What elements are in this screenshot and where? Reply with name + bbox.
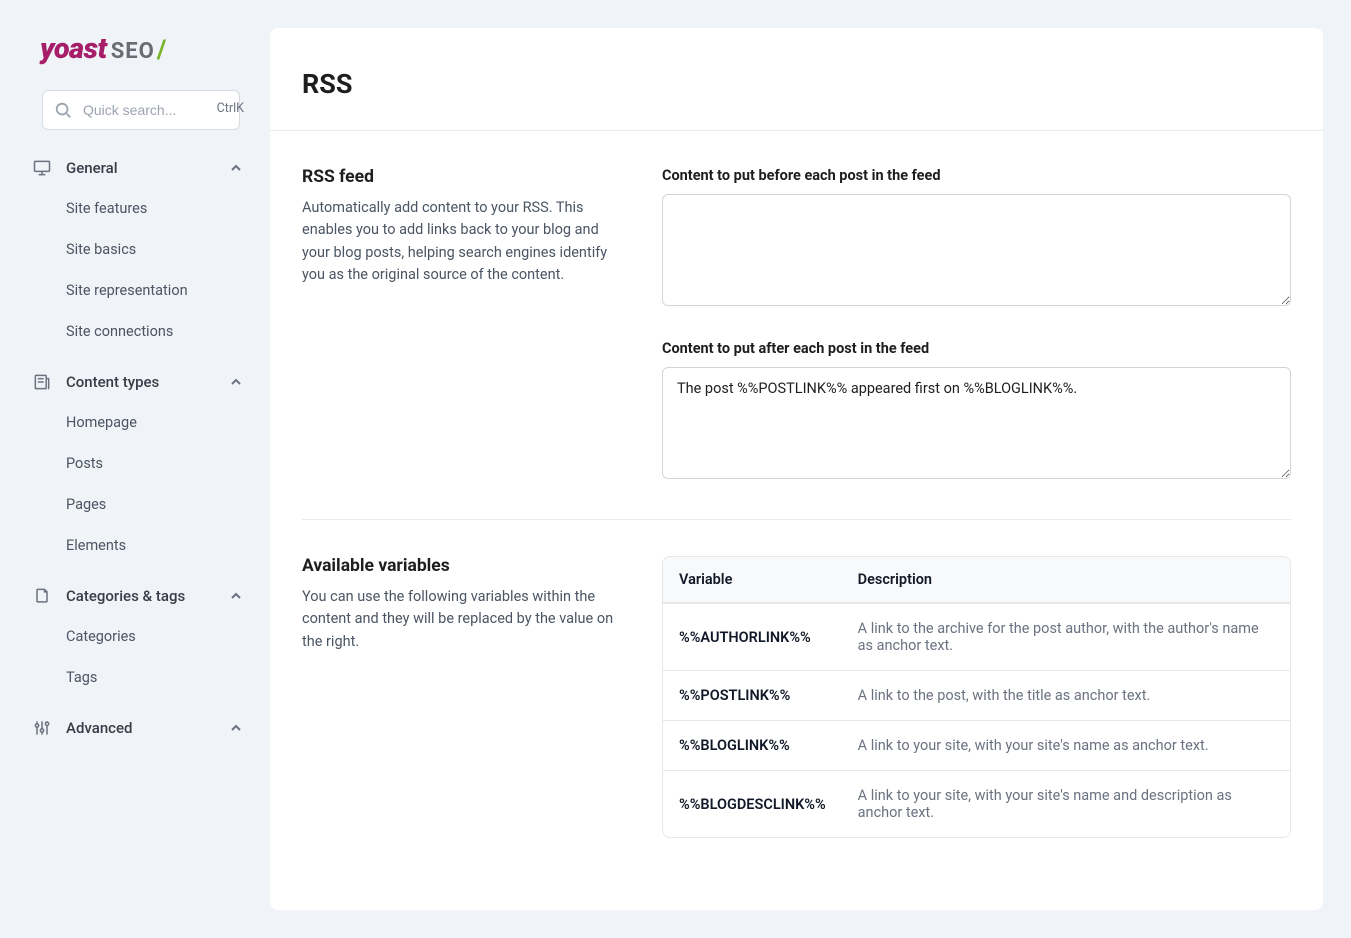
sliders-icon [32, 718, 52, 738]
logo-suffix: SEO [111, 39, 155, 64]
chevron-up-icon [228, 720, 244, 736]
nav-title: Categories & tags [66, 587, 228, 605]
file-copy-icon [32, 586, 52, 606]
nav-header-general[interactable]: General [20, 148, 256, 188]
search-shortcut: CtrlK [217, 101, 244, 116]
desktop-icon [32, 158, 52, 178]
nav-header-categories-tags[interactable]: Categories & tags [20, 576, 256, 616]
section-rss-feed: RSS feed Automatically add content to yo… [302, 167, 1291, 519]
search-icon [54, 101, 72, 119]
sidebar-item-posts[interactable]: Posts [54, 443, 256, 484]
sidebar-item-homepage[interactable]: Homepage [54, 402, 256, 443]
chevron-up-icon [228, 374, 244, 390]
logo-slash: / [157, 35, 167, 65]
var-name: %%BLOGLINK%% [663, 720, 842, 770]
chevron-up-icon [228, 160, 244, 176]
variables-table: Variable Description %%AUTHORLINK%% A li… [662, 556, 1291, 838]
nav-header-advanced[interactable]: Advanced [20, 708, 256, 748]
sidebar-item-elements[interactable]: Elements [54, 525, 256, 566]
table-row: %%BLOGDESCLINK%% A link to your site, wi… [663, 770, 1290, 837]
nav-section-content-types: Content types Homepage Posts Pages Eleme… [20, 362, 256, 566]
sidebar: yoastSEO/ CtrlK General Site features Si… [0, 0, 270, 938]
var-desc: A link to your site, with your site's na… [842, 720, 1290, 770]
section-heading: RSS feed [302, 167, 622, 187]
section-description: You can use the following variables with… [302, 586, 622, 653]
nav-section-categories-tags: Categories & tags Categories Tags [20, 576, 256, 698]
panel-header: RSS [270, 28, 1323, 131]
nav-section-general: General Site features Site basics Site r… [20, 148, 256, 352]
newspaper-icon [32, 372, 52, 392]
after-feed-label: Content to put after each post in the fe… [662, 340, 1291, 357]
var-name: %%AUTHORLINK%% [663, 603, 842, 670]
settings-panel: RSS RSS feed Automatically add content t… [270, 28, 1323, 910]
section-variables: Available variables You can use the foll… [302, 519, 1291, 874]
col-description: Description [842, 557, 1290, 603]
nav-section-advanced: Advanced [20, 708, 256, 748]
chevron-up-icon [228, 588, 244, 604]
table-row: %%POSTLINK%% A link to the post, with th… [663, 670, 1290, 720]
sidebar-item-site-basics[interactable]: Site basics [54, 229, 256, 270]
section-description: Automatically add content to your RSS. T… [302, 197, 622, 287]
main-content: RSS RSS feed Automatically add content t… [270, 0, 1351, 938]
page-title: RSS [302, 68, 1291, 100]
logo: yoastSEO/ [20, 24, 256, 86]
var-desc: A link to the archive for the post autho… [842, 603, 1290, 670]
table-row: %%BLOGLINK%% A link to your site, with y… [663, 720, 1290, 770]
before-feed-textarea[interactable] [662, 194, 1291, 306]
sidebar-item-categories[interactable]: Categories [54, 616, 256, 657]
logo-brand: yoast [40, 32, 107, 66]
var-name: %%POSTLINK%% [663, 670, 842, 720]
sidebar-item-site-representation[interactable]: Site representation [54, 270, 256, 311]
sidebar-item-site-features[interactable]: Site features [54, 188, 256, 229]
sidebar-item-tags[interactable]: Tags [54, 657, 256, 698]
var-desc: A link to your site, with your site's na… [842, 770, 1290, 837]
nav-title: Content types [66, 373, 228, 391]
sidebar-item-site-connections[interactable]: Site connections [54, 311, 256, 352]
nav-header-content-types[interactable]: Content types [20, 362, 256, 402]
var-name: %%BLOGDESCLINK%% [663, 770, 842, 837]
col-variable: Variable [663, 557, 842, 603]
after-feed-textarea[interactable] [662, 367, 1291, 479]
var-desc: A link to the post, with the title as an… [842, 670, 1290, 720]
before-feed-label: Content to put before each post in the f… [662, 167, 1291, 184]
section-heading: Available variables [302, 556, 622, 576]
search-container: CtrlK [42, 90, 256, 130]
nav-title: General [66, 159, 228, 177]
sidebar-item-pages[interactable]: Pages [54, 484, 256, 525]
nav-title: Advanced [66, 719, 228, 737]
table-row: %%AUTHORLINK%% A link to the archive for… [663, 603, 1290, 670]
